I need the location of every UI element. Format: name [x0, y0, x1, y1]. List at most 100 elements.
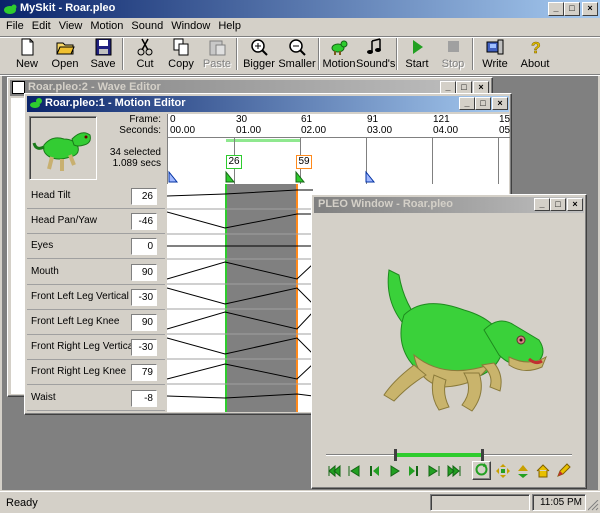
- about-button[interactable]: ? About: [516, 38, 554, 72]
- joint-value-field[interactable]: 90: [131, 263, 157, 281]
- menu-file[interactable]: File: [2, 20, 28, 32]
- next-key-icon[interactable]: [426, 463, 442, 479]
- joint-row[interactable]: Front Left Leg Knee 90: [27, 310, 165, 335]
- cut-label: Cut: [136, 58, 154, 70]
- sounds-label: Sound's: [356, 58, 396, 70]
- second-tick-4: 04.00: [433, 125, 459, 136]
- sounds-button[interactable]: Sound's: [356, 38, 396, 72]
- menu-view[interactable]: View: [55, 20, 87, 32]
- slider-fill: [396, 453, 481, 457]
- joint-row[interactable]: Mouth 90: [27, 260, 165, 285]
- motion-button[interactable]: Motion: [320, 38, 358, 72]
- loop-icon[interactable]: [472, 461, 491, 480]
- joint-value-field[interactable]: 90: [131, 314, 157, 331]
- menu-window[interactable]: Window: [167, 20, 214, 32]
- zoom-in-icon: [249, 38, 269, 56]
- smaller-button[interactable]: Smaller: [278, 38, 316, 72]
- resize-grip-icon[interactable]: [588, 500, 599, 511]
- pleo-maximize-icon[interactable]: □: [550, 198, 566, 211]
- pleo-3d-view[interactable]: [314, 215, 584, 440]
- home-icon[interactable]: [535, 463, 551, 479]
- pencil-icon[interactable]: [555, 463, 571, 479]
- end-marker-label[interactable]: 59: [296, 155, 312, 169]
- menu-edit[interactable]: Edit: [28, 20, 55, 32]
- pleo-minimize-icon[interactable]: _: [534, 198, 550, 211]
- minimize-icon[interactable]: _: [548, 2, 564, 16]
- second-tick-0: 00.00: [170, 125, 196, 136]
- joint-value-field[interactable]: -30: [131, 288, 157, 306]
- joint-value-field[interactable]: 26: [131, 188, 157, 205]
- joint-row[interactable]: Front Right Leg Vertical -30: [27, 335, 165, 361]
- joint-row[interactable]: Waist -8: [27, 386, 165, 411]
- close-icon[interactable]: ×: [582, 2, 598, 16]
- pleo-window-title-bar[interactable]: PLEO Window - Roar.pleo _ □ ×: [314, 197, 584, 213]
- joint-value-field[interactable]: 79: [131, 364, 157, 382]
- bigger-button[interactable]: Bigger: [240, 38, 278, 72]
- keyframe-markers: [168, 170, 376, 183]
- svg-text:?: ?: [531, 40, 541, 56]
- stop-button[interactable]: Stop: [434, 38, 472, 72]
- maximize-icon[interactable]: □: [564, 2, 580, 16]
- play-icon[interactable]: [386, 463, 402, 479]
- joint-label: Front Left Leg Vertical: [31, 290, 129, 302]
- step-back-icon[interactable]: [366, 463, 382, 479]
- joint-row[interactable]: Head Tilt 26: [27, 184, 165, 209]
- copy-icon: [171, 38, 191, 56]
- save-label: Save: [90, 58, 116, 70]
- start-marker-label[interactable]: 26: [226, 155, 242, 169]
- second-tick-5: 05: [499, 125, 511, 136]
- joint-label: Front Right Leg Knee: [31, 366, 127, 378]
- joint-label: Head Tilt: [31, 190, 71, 201]
- pleo-window-title: PLEO Window - Roar.pleo: [318, 198, 453, 210]
- status-pane: [430, 494, 530, 511]
- playback-slider[interactable]: [326, 449, 572, 461]
- motion-editor-title: Roar.pleo:1 - Motion Editor: [45, 97, 186, 109]
- save-button[interactable]: Save: [84, 38, 122, 72]
- selection-range-bar: [226, 139, 300, 142]
- cut-button[interactable]: Cut: [126, 38, 164, 72]
- pleo-close-icon[interactable]: ×: [567, 198, 583, 211]
- joint-value-field[interactable]: -30: [131, 339, 157, 357]
- paste-button[interactable]: Paste: [198, 38, 236, 72]
- pleo-window[interactable]: PLEO Window - Roar.pleo _ □ ×: [311, 194, 587, 489]
- start-button[interactable]: Start: [398, 38, 436, 72]
- app-title-bar[interactable]: MySkit - Roar.pleo _ □ ×: [0, 0, 600, 18]
- joint-value-field[interactable]: -46: [131, 213, 157, 231]
- save-disk-icon: [93, 38, 113, 56]
- first-frame-icon[interactable]: [326, 463, 342, 479]
- joint-row[interactable]: Head Pan/Yaw -46: [27, 209, 165, 235]
- new-button[interactable]: New: [8, 38, 46, 72]
- joint-value-field[interactable]: -8: [131, 389, 157, 407]
- motion-close-icon[interactable]: ×: [492, 97, 508, 110]
- motion-thumbnail: [29, 116, 97, 180]
- last-frame-icon[interactable]: [446, 463, 462, 479]
- step-forward-icon[interactable]: [406, 463, 422, 479]
- write-button[interactable]: Write: [476, 38, 514, 72]
- zoom-out-icon: [287, 38, 307, 56]
- menu-help[interactable]: Help: [214, 20, 245, 32]
- joint-row[interactable]: Eyes 0: [27, 234, 165, 260]
- move-icon[interactable]: [495, 463, 511, 479]
- open-button[interactable]: Open: [46, 38, 84, 72]
- joint-label: Waist: [31, 391, 56, 403]
- new-file-icon: [17, 38, 37, 56]
- motion-maximize-icon[interactable]: □: [475, 97, 491, 110]
- joint-label: Mouth: [31, 265, 59, 277]
- menu-motion[interactable]: Motion: [86, 20, 127, 32]
- new-label: New: [15, 58, 38, 70]
- menu-sound[interactable]: Sound: [127, 20, 167, 32]
- question-icon: ?: [525, 38, 545, 58]
- motion-minimize-icon[interactable]: _: [459, 97, 475, 110]
- motion-editor-title-bar[interactable]: Roar.pleo:1 - Motion Editor _ □ ×: [27, 96, 509, 112]
- joint-row[interactable]: Front Right Leg Knee 79: [27, 360, 165, 386]
- menu-bar: File Edit View Motion Sound Window Help: [2, 20, 598, 36]
- prev-key-icon[interactable]: [346, 463, 362, 479]
- joint-row[interactable]: Front Left Leg Vertical -30: [27, 285, 165, 310]
- rotate-icon[interactable]: [515, 463, 531, 479]
- joint-value-field[interactable]: 0: [131, 238, 157, 256]
- slider-start-handle[interactable]: [394, 449, 397, 461]
- copy-button[interactable]: Copy: [162, 38, 200, 72]
- slider-end-handle[interactable]: [481, 449, 484, 461]
- timeline-ruler[interactable]: 0 30 61 91 121 15 00.00 01.00 02.00 03.0…: [167, 114, 511, 184]
- motion-label: Motion: [322, 58, 356, 70]
